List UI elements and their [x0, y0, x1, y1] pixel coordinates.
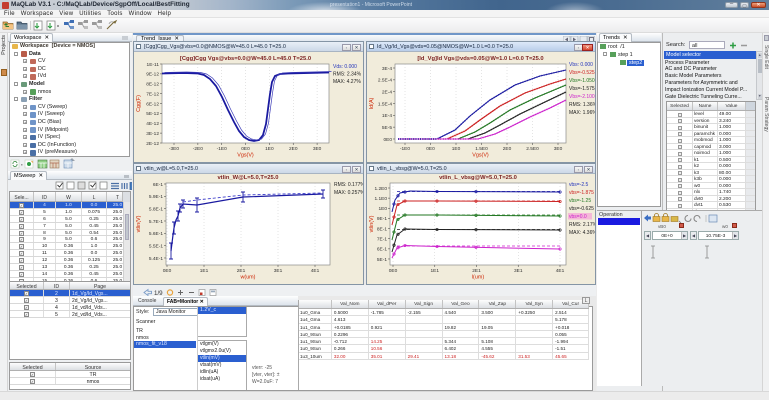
svg-text:[Cgg]Cgg Vgs@vbs=0.0@W=45.0 L: [Cgg]Cgg Vgs@vbs=0.0@W=45.0 L=45.0 T=25.… [180, 56, 311, 62]
svg-text:vtlin(V): vtlin(V) [136, 215, 142, 232]
svg-text:[Id_Vg]Id Vgs@vds=0.05@W=1.0: [Id_Vg]Id Vgs@vds=0.05@W=1.0 L=0.0 T=25.… [417, 56, 543, 62]
svg-text:7E-1: 7E-1 [377, 237, 387, 243]
svg-text:7E-12: 7E-12 [146, 91, 159, 97]
svg-text:4E1: 4E1 [556, 268, 565, 274]
svg-text:5.5E-1: 5.5E-1 [149, 243, 163, 249]
svg-text:2.5E-4: 2.5E-4 [378, 78, 392, 84]
svg-text:2E1: 2E1 [472, 268, 481, 274]
svg-text:6E-1: 6E-1 [377, 247, 387, 253]
svg-text:vtlin_W@L=5.0,T=25.0: vtlin_W@L=5.0,T=25.0 [217, 175, 278, 181]
svg-text:-2E0: -2E0 [193, 146, 203, 152]
svg-text:3E1: 3E1 [514, 268, 523, 274]
svg-text:1E1: 1E1 [200, 268, 209, 274]
svg-text:Vds: 0.000: Vds: 0.000 [333, 64, 357, 70]
svg-text:3E-12: 3E-12 [146, 131, 159, 137]
svg-text:Vgs(V): Vgs(V) [472, 153, 489, 159]
svg-text:6E-12: 6E-12 [146, 101, 159, 107]
svg-text:RMS: 2.34%: RMS: 2.34% [333, 72, 362, 78]
svg-text:Vbs=-1.050: Vbs=-1.050 [569, 78, 595, 84]
svg-text:Id(A): Id(A) [369, 97, 375, 109]
svg-text:Vbs=-0.525: Vbs=-0.525 [569, 70, 595, 76]
svg-text:6E-1: 6E-1 [153, 182, 163, 188]
svg-text:2E0: 2E0 [503, 146, 512, 152]
svg-text:2E-12: 2E-12 [146, 141, 159, 147]
svg-text:5E-1: 5E-1 [377, 257, 387, 263]
svg-text:9E-12: 9E-12 [146, 72, 159, 78]
svg-text:MAX: 4.36%: MAX: 4.36% [569, 230, 595, 236]
svg-text:Cgg(F): Cgg(F) [136, 95, 142, 112]
svg-text:-3E0: -3E0 [169, 146, 179, 152]
svg-text:2.5E0: 2.5E0 [526, 146, 539, 152]
svg-text:0E0: 0E0 [241, 146, 250, 152]
svg-text:1.2E0: 1.2E0 [374, 186, 387, 192]
svg-text:Vbs: 0.000: Vbs: 0.000 [569, 62, 593, 68]
svg-text:1E0: 1E0 [265, 146, 274, 152]
svg-text:1E-11: 1E-11 [147, 62, 160, 68]
svg-text:0E0: 0E0 [383, 137, 392, 143]
svg-text:vbs=-0.625: vbs=-0.625 [569, 206, 594, 212]
svg-text:0E0: 0E0 [163, 268, 172, 274]
svg-text:1.1E0: 1.1E0 [374, 196, 387, 202]
svg-text:-1E0: -1E0 [217, 146, 227, 152]
svg-text:2E-4: 2E-4 [382, 89, 392, 95]
svg-text:4E1: 4E1 [311, 268, 320, 274]
svg-text:5.8E-1: 5.8E-1 [149, 206, 163, 212]
svg-text:9E-1: 9E-1 [377, 216, 387, 222]
svg-text:2E1: 2E1 [237, 268, 246, 274]
svg-text:8E-12: 8E-12 [146, 82, 159, 88]
svg-text:1E0: 1E0 [452, 146, 461, 152]
svg-text:vbs=0.0: vbs=0.0 [569, 214, 587, 220]
svg-text:0E0: 0E0 [426, 146, 435, 152]
svg-text:8E-1: 8E-1 [377, 226, 387, 232]
svg-text:3E0: 3E0 [554, 146, 563, 152]
svg-text:RMS: 2.17%: RMS: 2.17% [569, 222, 595, 228]
svg-text:w(um): w(um) [240, 275, 256, 281]
svg-text:vbs=-2.5: vbs=-2.5 [569, 182, 589, 188]
svg-text:5.7E-1: 5.7E-1 [149, 219, 163, 225]
svg-text:1.5E-4: 1.5E-4 [378, 101, 392, 107]
svg-text:3E0: 3E0 [313, 146, 322, 152]
svg-text:Vgs(V): Vgs(V) [237, 153, 254, 159]
svg-text:MAX: 1.96%: MAX: 1.96% [569, 110, 595, 116]
svg-text:MAX: 4.27%: MAX: 4.27% [333, 79, 361, 85]
svg-text:RMS: 0.177%: RMS: 0.177% [334, 182, 363, 188]
svg-text:1.5E0: 1.5E0 [475, 146, 488, 152]
svg-text:5.6E-1: 5.6E-1 [149, 231, 163, 237]
svg-text:vtlin(V): vtlin(V) [369, 215, 375, 232]
svg-text:1E-4: 1E-4 [382, 113, 392, 119]
svg-text:vbs=-1.875: vbs=-1.875 [569, 190, 594, 196]
svg-text:-1E0: -1E0 [400, 146, 410, 152]
svg-text:5.4E-1: 5.4E-1 [149, 256, 163, 262]
svg-text:MAX: 0.257%: MAX: 0.257% [334, 190, 363, 196]
svg-text:3E1: 3E1 [274, 268, 283, 274]
svg-text:5E-12: 5E-12 [146, 111, 159, 117]
svg-text:5E-5: 5E-5 [382, 125, 392, 131]
svg-text:0E0: 0E0 [389, 268, 398, 274]
svg-text:vbs=-1.25: vbs=-1.25 [569, 198, 591, 204]
svg-text:vtlin_L_vbsg@W=5.0,T=25.0: vtlin_L_vbsg@W=5.0,T=25.0 [439, 175, 517, 181]
svg-text:Vbs=-2.100: Vbs=-2.100 [569, 94, 595, 100]
svg-text:Vbs=-1.575: Vbs=-1.575 [569, 86, 595, 92]
svg-text:1E1: 1E1 [430, 268, 439, 274]
svg-text:l(um): l(um) [472, 275, 484, 281]
svg-text:4E-12: 4E-12 [146, 121, 159, 127]
svg-text:2E0: 2E0 [289, 146, 298, 152]
svg-text:3E-4: 3E-4 [382, 66, 392, 72]
svg-text:1E0: 1E0 [378, 206, 387, 212]
svg-text:5.9E-1: 5.9E-1 [149, 194, 163, 200]
svg-text:RMS: 1.36%: RMS: 1.36% [569, 102, 595, 108]
